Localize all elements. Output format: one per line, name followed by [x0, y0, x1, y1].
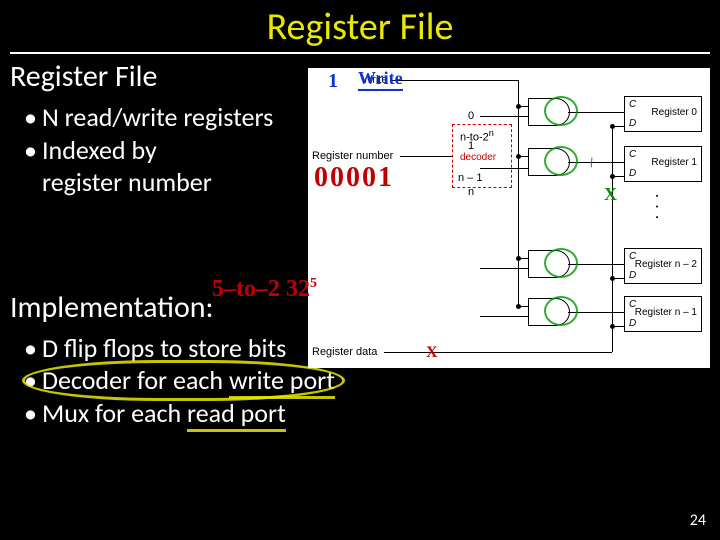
reg-d: D [629, 270, 636, 281]
label-decoder-top: n-to-2n [460, 128, 494, 144]
bullet-dot: • [24, 397, 42, 430]
and-gate-1 [528, 148, 570, 176]
wire-out-2 [568, 264, 624, 265]
label-register-number: Register number [312, 150, 393, 162]
bullet-mux: • Mux for each read port [24, 397, 720, 430]
bullet-decoder: • Decoder for each write port [24, 364, 720, 397]
reg-c: C [629, 99, 636, 110]
annotation-5-to-32: 5–to–2 325 [212, 276, 317, 303]
wire-regdata-vertical [612, 126, 613, 352]
wire-regnum [400, 156, 452, 157]
wire-dec-n2 [480, 268, 528, 269]
label-idx-0: 0 [468, 110, 474, 122]
bullet-dot: • [24, 332, 42, 365]
decoder-n-to-2: n-to-2 [460, 132, 489, 144]
reg-name: Register 0 [651, 107, 697, 118]
node-dot [516, 104, 521, 109]
page-number: 24 [690, 511, 706, 530]
and-gate-0 [528, 98, 570, 126]
bullet-dot: • [24, 101, 42, 134]
slide-title: Register File [0, 0, 720, 50]
wire-out-3 [568, 312, 624, 313]
title-underline [10, 52, 710, 54]
reg-name: Register n – 2 [635, 259, 697, 270]
label-register-data: Register data [312, 346, 377, 358]
node-dot [516, 304, 521, 309]
bullet-text-line2: register number [42, 166, 212, 198]
bullet-dot: • [24, 134, 42, 167]
annotation-x: X [604, 184, 617, 205]
node-dot [516, 154, 521, 159]
node-dot [516, 256, 521, 261]
label-idx-1: 1 [468, 140, 474, 152]
annotation-exp-5: 5 [310, 276, 317, 291]
reg-c: C [629, 149, 636, 160]
label-idx-n: n [468, 186, 474, 198]
bullet-text-line1: Indexed by [42, 134, 157, 166]
bullet-text: Mux for each read port [42, 397, 720, 430]
node-dot [610, 174, 615, 179]
annotation-one: 1 [328, 70, 338, 93]
register-n-2: C D Register n – 2 [624, 248, 702, 284]
wire-dec-n1 [480, 316, 528, 317]
reg-name: Register n – 1 [635, 307, 697, 318]
wire-write [392, 80, 518, 81]
bullet-decoder-pre: Decoder for each [42, 364, 229, 396]
reg-name: Register 1 [651, 157, 697, 168]
reg-d: D [629, 118, 636, 129]
slide: Register File Register File • N read/wri… [0, 0, 720, 540]
wire-regdata [384, 352, 612, 353]
node-dot [610, 276, 615, 281]
annotation-x-red: X [426, 344, 438, 362]
and-gate-n-2 [528, 250, 570, 278]
annotation-5-to-2: 5–to–2 32 [212, 276, 310, 302]
highlight-read-port: read port [187, 397, 286, 432]
highlight-circle: Decoder for each write port [42, 364, 335, 397]
register-1: C D Register 1 [624, 146, 702, 182]
bullet-text: Decoder for each write port [42, 364, 720, 397]
label-idx-nminus1: n – 1 [458, 172, 482, 184]
and-gate-n-1 [528, 298, 570, 326]
register-n-1: C D Register n – 1 [624, 296, 702, 332]
node-dot [610, 324, 615, 329]
reg-d: D [629, 318, 636, 329]
reg-d: D [629, 168, 636, 179]
bullet-dot: • [24, 364, 42, 397]
vertical-ellipsis: · · · [649, 194, 666, 221]
highlight-write-port: write port [229, 364, 335, 399]
register-0: C D Register 0 [624, 96, 702, 132]
wire-write-vertical [518, 80, 519, 308]
decoder-exp: n [489, 128, 494, 138]
node-dot [610, 124, 615, 129]
wire-dec-0 [480, 116, 528, 117]
wire-out-1 [568, 162, 624, 163]
wire-out-0 [568, 112, 624, 113]
wire-dec-1 [480, 168, 528, 169]
annotation-write: Write [358, 68, 403, 91]
label-decoder-word: decoder [460, 152, 496, 163]
bullet-mux-pre: Mux for each [42, 397, 187, 429]
register-file-diagram: Write Register number n-to-2n decoder 0 … [308, 68, 710, 368]
annotation-binary-00001: 00001 [314, 162, 394, 194]
annotation-slash-1: / [588, 156, 596, 172]
